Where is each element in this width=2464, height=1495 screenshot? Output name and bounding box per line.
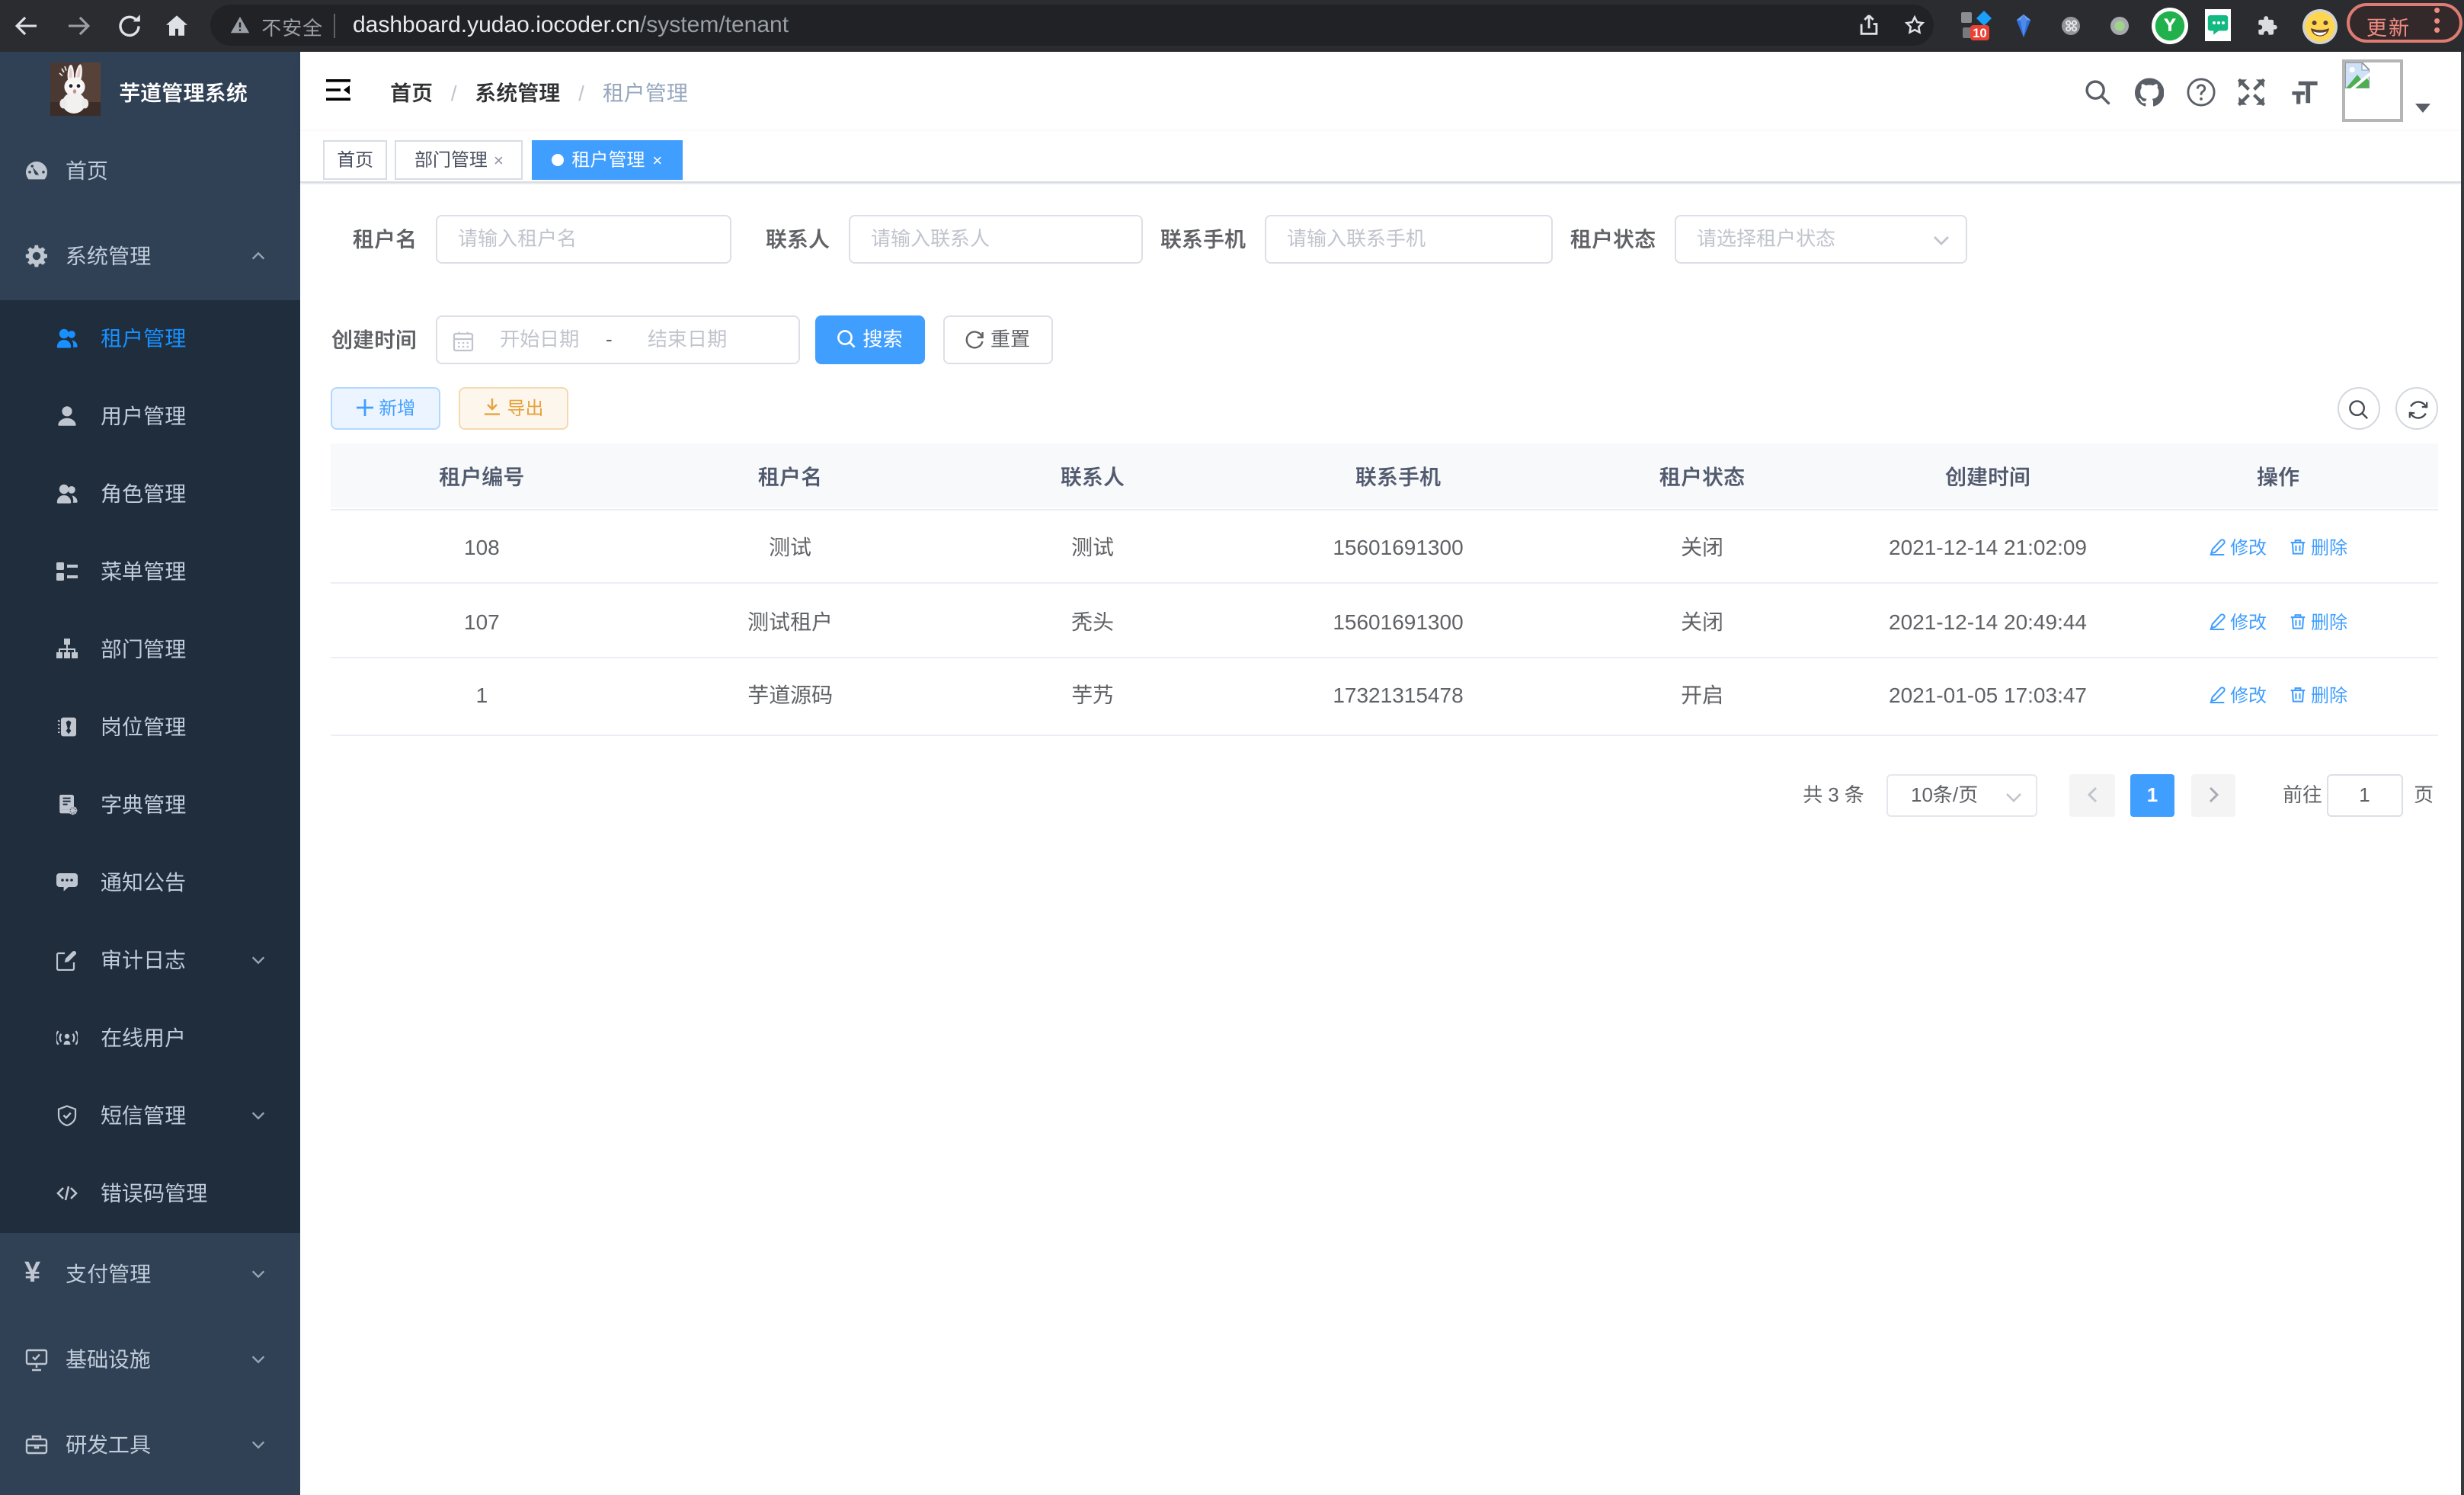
svg-text:10: 10 — [1973, 26, 1987, 40]
